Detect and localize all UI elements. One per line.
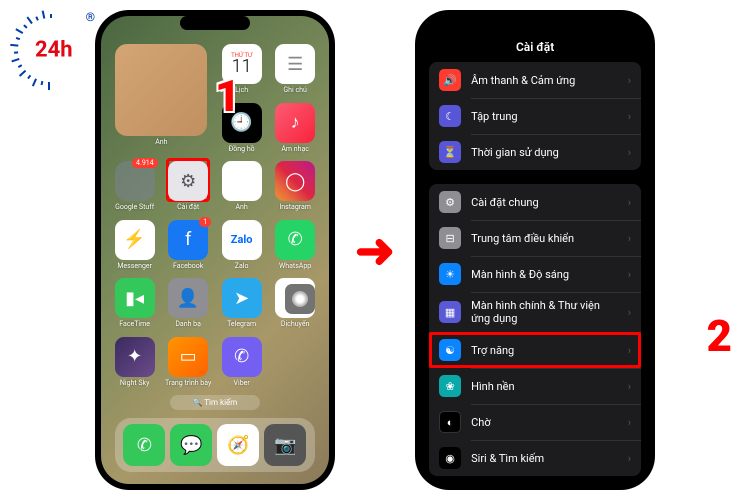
dock-safari[interactable]: 🧭 (217, 424, 259, 466)
sound-icon: 🔊 (439, 69, 461, 91)
chevron-right-icon: › (628, 416, 631, 429)
facebook-icon: f 1 (168, 220, 208, 260)
app-telegram[interactable]: ➤ Telegram (218, 278, 266, 333)
viber-icon: ✆ (222, 337, 262, 377)
notch (180, 16, 250, 30)
app-messenger[interactable]: ⚡ Messenger (111, 220, 159, 275)
phone-homescreen: Ảnh THỨ TƯ 11 Lịch ☰ Ghi chú 🕘 Đồng hồ (95, 10, 335, 490)
photos-widget[interactable]: Ảnh (111, 44, 212, 157)
controlcenter-icon: ⊟ (439, 227, 461, 249)
app-music[interactable]: ♪ Âm nhạc (271, 103, 319, 158)
dock-phone[interactable]: ✆ (123, 424, 165, 466)
chevron-right-icon: › (628, 74, 631, 87)
gear-icon: ⚙ (439, 191, 461, 213)
dock: ✆ 💬 🧭 📷 (115, 418, 315, 472)
step-2-marker: 2 (706, 310, 732, 362)
chevron-right-icon: › (628, 344, 631, 357)
settings-focus[interactable]: ☾ Tập trung › (429, 98, 641, 134)
app-folder-google[interactable]: 4.914 Google Stuff (111, 161, 159, 216)
keynote-icon: ▭ (168, 337, 208, 377)
app-photos[interactable]: ❀ Ảnh (218, 161, 266, 216)
settings-group: ⚙ Cài đặt chung › ⊟ Trung tâm điều khiển… (429, 184, 641, 476)
chevron-right-icon: › (628, 268, 631, 281)
logo-text: 24h (35, 38, 73, 63)
siri-icon: ◉ (439, 447, 461, 469)
contacts-icon: 👤 (168, 278, 208, 318)
brightness-icon: ☀ (439, 263, 461, 285)
settings-wallpaper[interactable]: ❀ Hình nền › (429, 368, 641, 404)
widget-image (115, 44, 207, 136)
notes-icon: ☰ (275, 44, 315, 84)
dock-camera[interactable]: 📷 (264, 424, 306, 466)
chevron-right-icon: › (628, 196, 631, 209)
app-settings[interactable]: ⚙ Cài đặt (164, 161, 212, 216)
dock-messages[interactable]: 💬 (170, 424, 212, 466)
brand-logo: document.write(Array.from({length:16},(_… (10, 10, 90, 90)
chevron-right-icon: › (628, 232, 631, 245)
logo-trademark: ® (86, 10, 95, 24)
messenger-icon: ⚡ (115, 220, 155, 260)
arrow-icon: ➜ (355, 222, 395, 279)
chevron-right-icon: › (628, 380, 631, 393)
settings-general[interactable]: ⚙ Cài đặt chung › (429, 184, 641, 220)
screentime-icon: ⏳ (439, 141, 461, 163)
settings-standby[interactable]: ◐ Chờ › (429, 404, 641, 440)
app-facetime[interactable]: ▮◂ FaceTime (111, 278, 159, 333)
settings-group: 🔊 Âm thanh & Cảm ứng › ☾ Tập trung › ⏳ T… (429, 62, 641, 170)
assistive-touch[interactable] (285, 284, 315, 314)
nightsky-icon: ✦ (115, 337, 155, 377)
phone-settings: Cài đặt 🔊 Âm thanh & Cảm ứng › ☾ Tập tru… (415, 10, 655, 490)
chevron-right-icon: › (628, 146, 631, 159)
telegram-icon: ➤ (222, 278, 262, 318)
zalo-icon: Zalo (222, 220, 262, 260)
chevron-right-icon: › (628, 110, 631, 123)
facetime-icon: ▮◂ (115, 278, 155, 318)
app-zalo[interactable]: Zalo Zalo (218, 220, 266, 275)
photos-icon: ❀ (222, 161, 262, 201)
focus-icon: ☾ (439, 105, 461, 127)
notch (500, 16, 570, 30)
app-nightsky[interactable]: ✦ Night Sky (111, 337, 159, 392)
accessibility-icon: ☯ (439, 339, 461, 361)
settings-list[interactable]: 🔊 Âm thanh & Cảm ứng › ☾ Tập trung › ⏳ T… (421, 62, 649, 484)
spotlight-search[interactable]: 🔍 Tìm kiếm (170, 395, 260, 410)
chevron-right-icon: › (628, 306, 631, 319)
app-instagram[interactable]: ◯ Instagram (271, 161, 319, 216)
settings-icon: ⚙ (168, 161, 208, 201)
settings-accessibility[interactable]: ☯ Trợ năng › (429, 332, 641, 368)
homescreen-icon: ▦ (439, 301, 461, 323)
badge: 4.914 (132, 158, 158, 168)
whatsapp-icon: ✆ (275, 220, 315, 260)
app-contacts[interactable]: 👤 Danh bạ (164, 278, 212, 333)
app-facebook[interactable]: f 1 Facebook (164, 220, 212, 275)
settings-display[interactable]: ☀ Màn hình & Độ sáng › (429, 256, 641, 292)
app-keynote[interactable]: ▭ Trang trình bày (164, 337, 212, 392)
app-notes[interactable]: ☰ Ghi chú (271, 44, 319, 99)
step-1-marker: 1 (215, 70, 241, 122)
settings-sounds[interactable]: 🔊 Âm thanh & Cảm ứng › (429, 62, 641, 98)
chevron-right-icon: › (628, 452, 631, 465)
standby-icon: ◐ (439, 411, 461, 433)
settings-screentime[interactable]: ⏳ Thời gian sử dụng › (429, 134, 641, 170)
wallpaper-icon: ❀ (439, 375, 461, 397)
widget-label: Ảnh (155, 138, 167, 146)
settings-homescreen[interactable]: ▦ Màn hình chính & Thư viện ứng dụng › (429, 292, 641, 332)
settings-siri[interactable]: ◉ Siri & Tìm kiếm › (429, 440, 641, 476)
music-icon: ♪ (275, 103, 315, 143)
badge: 1 (199, 217, 211, 227)
folder-icon: 4.914 (115, 161, 155, 201)
instagram-icon: ◯ (275, 161, 315, 201)
settings-controlcenter[interactable]: ⊟ Trung tâm điều khiển › (429, 220, 641, 256)
app-viber[interactable]: ✆ Viber (218, 337, 266, 392)
app-whatsapp[interactable]: ✆ WhatsApp (271, 220, 319, 275)
